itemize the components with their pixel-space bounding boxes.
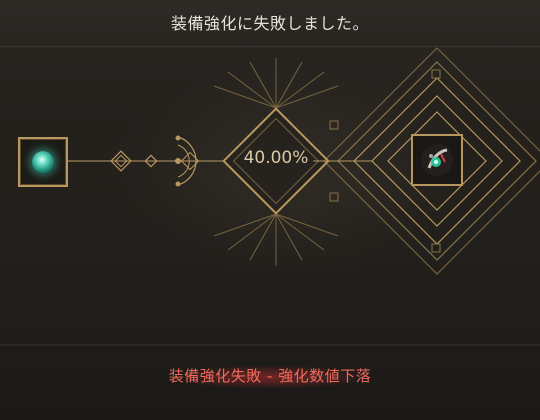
enhance-ornament: [0, 47, 540, 346]
teal-orb-icon: [32, 151, 54, 173]
target-equipment-slot[interactable]: [411, 134, 463, 186]
source-material-slot[interactable]: [18, 137, 68, 187]
success-rate: 40.00%: [243, 148, 309, 168]
result-message: 装備強化失敗 - 強化数値下落: [168, 367, 372, 385]
equipment-item-icon: [421, 144, 453, 176]
